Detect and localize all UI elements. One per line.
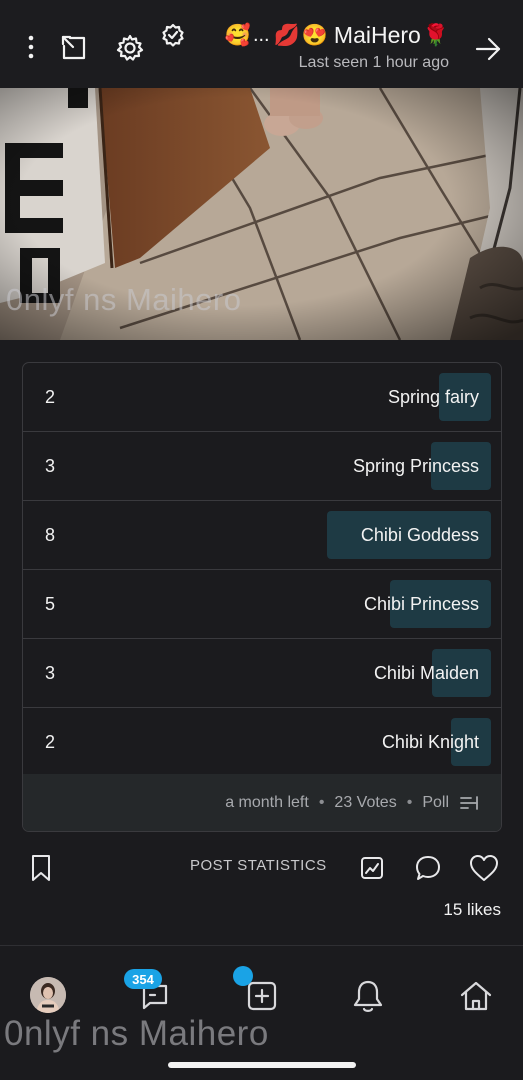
nav-watermark: 0nlyf ns Maihero <box>4 1014 269 1053</box>
likes-count[interactable]: 15 likes <box>443 900 501 920</box>
post-statistics-button[interactable]: POST STATISTICS <box>190 852 327 880</box>
poll-footer: a month left • 23 Votes • Poll <box>23 774 501 831</box>
poll-option[interactable]: Spring Princess 3 <box>23 432 501 501</box>
poll-time-left: a month left <box>225 793 309 811</box>
comment-icon[interactable] <box>410 850 446 886</box>
emoji-kiss: 💋 <box>273 23 300 47</box>
name-ellipsis: ... <box>252 23 270 46</box>
home-indicator-bar[interactable] <box>168 1062 356 1068</box>
notifications-bell-icon[interactable] <box>346 974 390 1018</box>
poll-option-label: Spring Princess <box>352 456 479 476</box>
messages-badge: 354 <box>124 969 162 989</box>
profile-avatar[interactable] <box>30 977 66 1013</box>
poll-option[interactable]: Chibi Knight 2 <box>23 708 501 777</box>
poll-option[interactable]: Chibi Goddess 8 <box>23 501 501 570</box>
poll-option-label: Chibi Goddess <box>360 525 479 545</box>
home-icon[interactable] <box>454 974 498 1018</box>
poll-option-votes: 2 <box>45 387 56 407</box>
poll-option-label: Chibi Knight <box>381 732 479 752</box>
poll-type-label: Poll <box>422 793 449 811</box>
contact-name-line[interactable]: 🥰 ... 💋 😍 MaiHero 🌹 <box>225 20 449 50</box>
bookmark-icon[interactable] <box>24 850 58 886</box>
poll-option-votes: 3 <box>45 663 56 683</box>
last-seen-status: Last seen 1 hour ago <box>298 54 449 71</box>
poll-option[interactable]: Chibi Maiden 3 <box>23 639 501 708</box>
poll-option-label: Spring fairy <box>387 387 479 407</box>
chat-header: 🥰 ... 💋 😍 MaiHero 🌹 Last seen 1 hour ago <box>0 0 523 88</box>
emoji-heart-eyes: 😍 <box>301 23 328 47</box>
poll-option-votes: 2 <box>45 732 56 752</box>
like-heart-icon[interactable] <box>464 850 504 886</box>
poll-option-votes: 3 <box>45 456 56 476</box>
photo-watermark: 0nlyf ns Maihero <box>6 282 242 317</box>
emoji-rose: 🌹 <box>422 23 449 47</box>
poll-icon <box>459 795 479 811</box>
poll-option-votes: 8 <box>45 525 56 545</box>
statistics-icon[interactable] <box>356 852 388 884</box>
contact-name: MaiHero <box>333 21 421 48</box>
poll-option[interactable]: Spring fairy 2 <box>23 363 501 432</box>
share-icon[interactable] <box>56 30 92 66</box>
back-arrow-icon[interactable] <box>470 32 506 66</box>
poll-vote-total: 23 Votes <box>334 793 397 811</box>
separator-dot: • <box>406 793 413 811</box>
poll-card: Spring fairy 2 Spring Princess 3 Chibi G… <box>22 362 502 832</box>
poll-option-votes: 5 <box>45 594 56 614</box>
poll-option-label: Chibi Maiden <box>373 663 479 683</box>
separator-dot: • <box>318 793 325 811</box>
verified-badge-icon <box>160 22 186 48</box>
poll-option-label: Chibi Princess <box>363 594 479 614</box>
poll-option[interactable]: Chibi Princess 5 <box>23 570 501 639</box>
more-options-icon[interactable] <box>18 32 44 62</box>
emoji-blush: 🥰 <box>224 23 251 47</box>
settings-gear-icon[interactable] <box>112 30 148 66</box>
new-activity-dot <box>233 966 253 986</box>
